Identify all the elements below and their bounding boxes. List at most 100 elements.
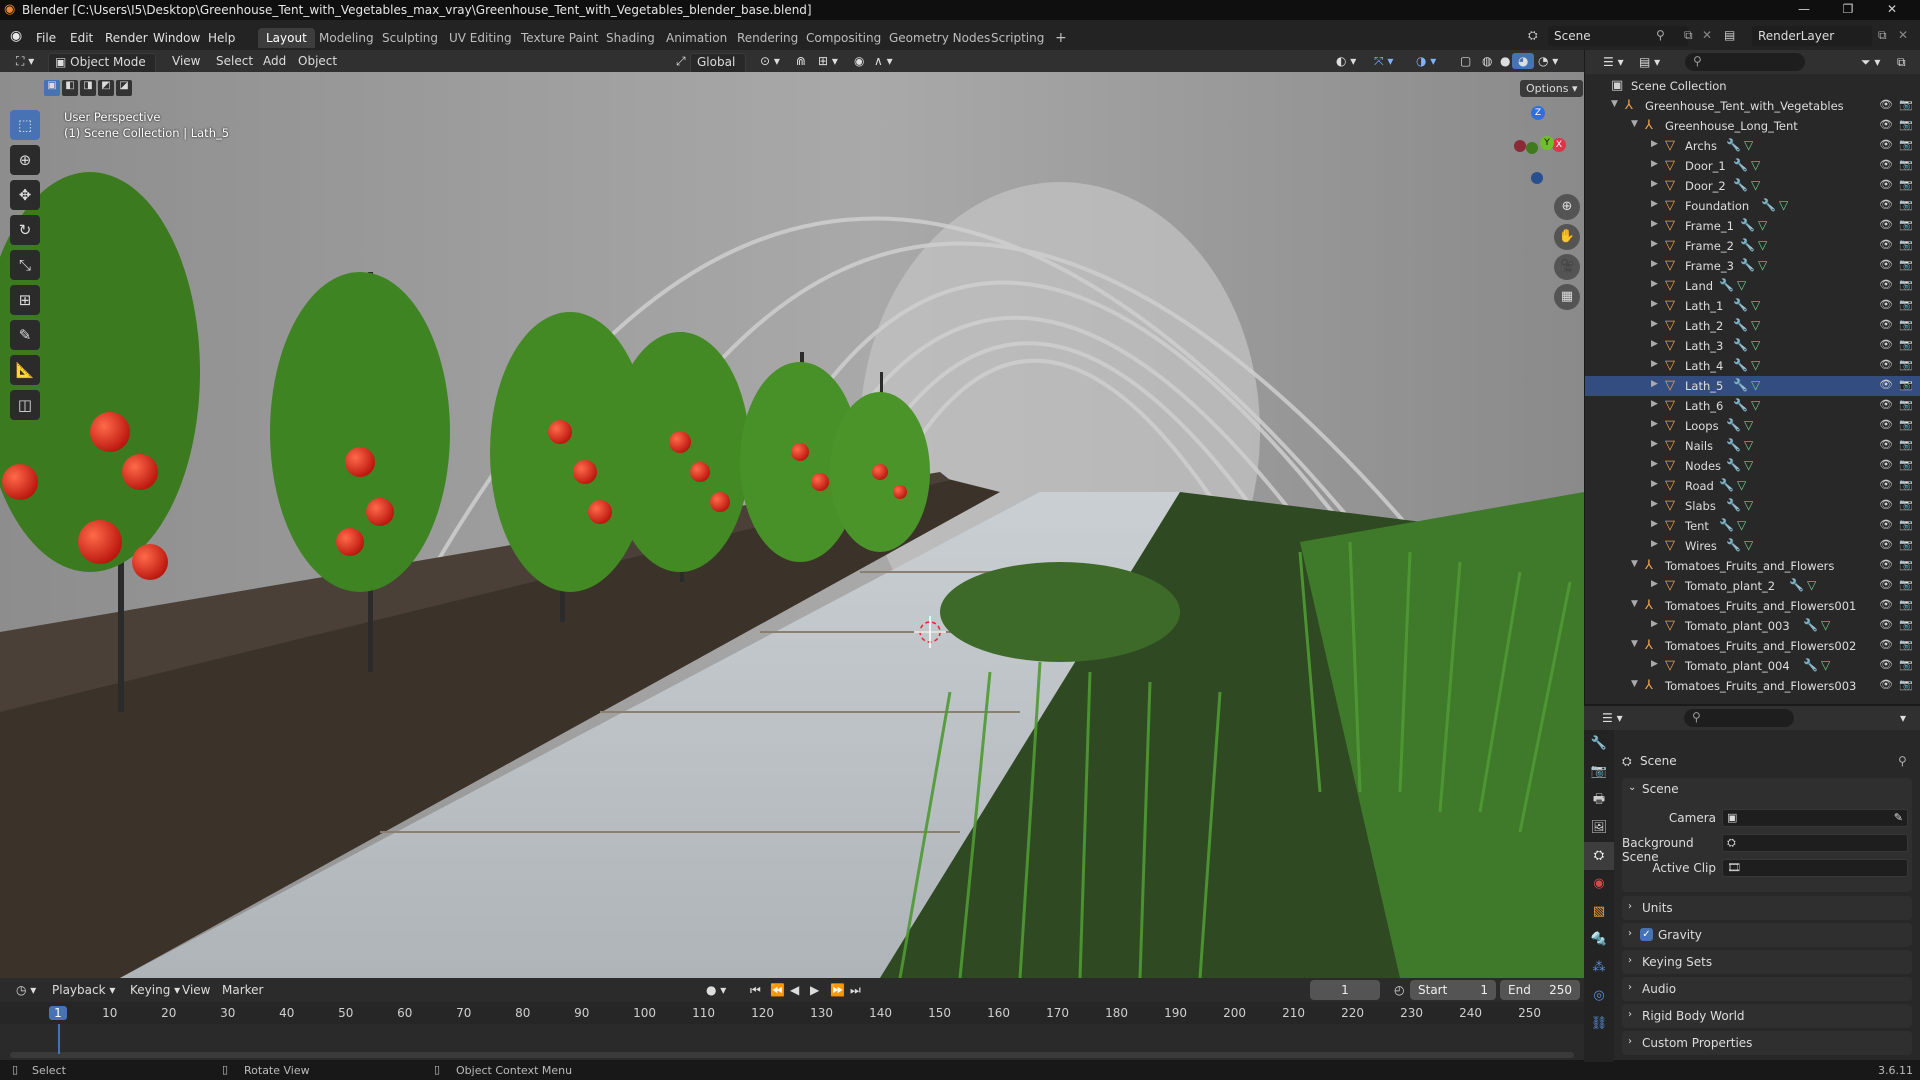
restore-icon[interactable]: ❐ — [1828, 2, 1868, 18]
modifier-icon[interactable]: 🔧 — [1733, 318, 1748, 332]
outliner-row[interactable]: ▼ ⅄ Tomatoes_Fruits_and_Flowers 👁 📷 — [1585, 556, 1920, 576]
filter-icon[interactable]: ⏷ ▾ — [1855, 54, 1886, 71]
panel-chevron-icon[interactable]: › — [1628, 1036, 1632, 1047]
visibility-eye-icon[interactable]: 👁 — [1879, 158, 1893, 171]
expand-triangle-icon[interactable]: ▶ — [1651, 299, 1658, 309]
close-icon[interactable]: ✕ — [1872, 2, 1912, 18]
expand-triangle-icon[interactable]: ▶ — [1651, 199, 1658, 209]
visibility-eye-icon[interactable]: 👁 — [1879, 338, 1893, 351]
visibility-eye-icon[interactable]: 👁 — [1879, 418, 1893, 431]
modifier-icon[interactable]: 🔧 — [1740, 238, 1755, 252]
render-camera-icon[interactable]: 📷 — [1899, 238, 1913, 251]
tab-animation[interactable]: Animation — [658, 28, 735, 48]
world-tab-icon[interactable]: ◉ — [1584, 870, 1614, 898]
render-camera-icon[interactable]: 📷 — [1899, 118, 1913, 131]
mesh-data-icon[interactable]: ▽ — [1751, 298, 1760, 312]
collapse-triangle-icon[interactable]: ▼ — [1631, 599, 1638, 609]
modifier-icon[interactable]: 🔧 — [1726, 138, 1741, 152]
expand-triangle-icon[interactable]: ▶ — [1651, 579, 1658, 589]
visibility-eye-icon[interactable]: 👁 — [1879, 318, 1893, 331]
scene-tab-icon[interactable]: ⛭ — [1584, 842, 1614, 870]
tab-uv-editing[interactable]: UV Editing — [441, 28, 520, 48]
current-frame-field[interactable]: 1 — [1310, 980, 1380, 1000]
visibility-eye-icon[interactable]: 👁 — [1879, 198, 1893, 211]
properties-options-icon[interactable]: ▾ — [1894, 710, 1912, 726]
menu-render[interactable]: Render — [99, 29, 154, 47]
modifier-icon[interactable]: 🔧 — [1740, 218, 1755, 232]
outliner-row[interactable]: ▶ ▽ Lath_6 🔧 ▽ 👁 📷 — [1585, 396, 1920, 416]
render-camera-icon[interactable]: 📷 — [1899, 358, 1913, 371]
render-camera-icon[interactable]: 📷 — [1899, 638, 1913, 651]
visibility-eye-icon[interactable]: 👁 — [1879, 378, 1893, 391]
render-camera-icon[interactable]: 📷 — [1899, 678, 1913, 691]
render-camera-icon[interactable]: 📷 — [1899, 498, 1913, 511]
minimize-icon[interactable]: — — [1784, 2, 1824, 18]
end-frame-field[interactable]: End 250 — [1500, 980, 1580, 1000]
timeline-menu-view[interactable]: View — [176, 982, 216, 998]
properties-panel-header[interactable]: › Keying Sets — [1622, 950, 1912, 974]
tab-compositing[interactable]: Compositing — [798, 28, 889, 48]
menu-file[interactable]: File — [30, 29, 62, 47]
jump-end-icon[interactable]: ⏭ — [844, 982, 867, 999]
navigation-gizmo[interactable]: Z X Y — [1496, 106, 1576, 186]
modifier-icon[interactable]: 🔧 — [1726, 418, 1741, 432]
render-camera-icon[interactable]: 📷 — [1899, 558, 1913, 571]
visibility-eye-icon[interactable]: 👁 — [1879, 218, 1893, 231]
annotate-tool-icon[interactable]: ✎ — [10, 320, 40, 350]
active-clip-field[interactable]: 🎞 — [1722, 859, 1908, 877]
outliner-row[interactable]: ▶ ▽ Road 🔧 ▽ 👁 📷 — [1585, 476, 1920, 496]
render-camera-icon[interactable]: 📷 — [1899, 178, 1913, 191]
collapse-triangle-icon[interactable]: ▼ — [1611, 99, 1618, 109]
expand-triangle-icon[interactable]: ▶ — [1651, 239, 1658, 249]
visibility-eye-icon[interactable]: 👁 — [1879, 298, 1893, 311]
mesh-data-icon[interactable]: ▽ — [1751, 318, 1760, 332]
expand-triangle-icon[interactable]: ▶ — [1651, 659, 1658, 669]
outliner-row[interactable]: ▼ ⅄ Tomatoes_Fruits_and_Flowers001 👁 📷 — [1585, 596, 1920, 616]
particles-tab-icon[interactable]: ⁂ — [1584, 954, 1614, 982]
rendered-shading-icon[interactable]: ◔ ▾ — [1532, 53, 1564, 69]
visibility-eye-icon[interactable]: 👁 — [1879, 238, 1893, 251]
mesh-data-icon[interactable]: ▽ — [1737, 278, 1746, 292]
collapse-triangle-icon[interactable]: ▼ — [1631, 559, 1638, 569]
add-cube-tool-icon[interactable]: ◫ — [10, 390, 40, 420]
render-layer-selector[interactable]: RenderLayer — [1752, 26, 1872, 46]
add-workspace-button[interactable]: + — [1047, 28, 1075, 48]
pin-icon[interactable]: ⚲ — [1656, 28, 1665, 42]
outliner-row[interactable]: ▶ ▽ Loops 🔧 ▽ 👁 📷 — [1585, 416, 1920, 436]
outliner-row[interactable]: ▶ ▽ Frame_3 🔧 ▽ 👁 📷 — [1585, 256, 1920, 276]
render-camera-icon[interactable]: 📷 — [1899, 158, 1913, 171]
modifier-icon[interactable]: 🔧 — [1740, 258, 1755, 272]
mesh-data-icon[interactable]: ▽ — [1779, 198, 1788, 212]
render-camera-icon[interactable]: 📷 — [1899, 438, 1913, 451]
auto-key-icon[interactable]: ● ▾ — [700, 982, 732, 998]
expand-triangle-icon[interactable]: ▶ — [1651, 339, 1658, 349]
gizmo-y-axis[interactable]: Y — [1540, 136, 1554, 150]
orientation-icon[interactable]: ⤢ — [670, 53, 692, 70]
outliner-row[interactable]: ▶ ▽ Tomato_plant_003 🔧 ▽ 👁 📷 — [1585, 616, 1920, 636]
tab-geometry-nodes[interactable]: Geometry Nodes — [881, 28, 998, 48]
delete-layer-icon[interactable]: ✕ — [1898, 28, 1908, 42]
menu-edit[interactable]: Edit — [64, 29, 99, 47]
visibility-eye-icon[interactable]: 👁 — [1879, 478, 1893, 491]
options-button[interactable]: Options ▾ — [1520, 80, 1584, 97]
transform-tool-icon[interactable]: ⊞ — [10, 285, 40, 315]
gizmo-toggle-icon[interactable]: ⤧ ▾ — [1368, 53, 1399, 70]
visibility-eye-icon[interactable]: 👁 — [1879, 638, 1893, 651]
ortho-grid-icon[interactable]: ▦ — [1554, 284, 1580, 310]
modifier-icon[interactable]: 🔧 — [1789, 578, 1804, 592]
mesh-data-icon[interactable]: ▽ — [1758, 258, 1767, 272]
mesh-data-icon[interactable]: ▽ — [1821, 618, 1830, 632]
outliner-row[interactable]: ▶ ▽ Frame_1 🔧 ▽ 👁 📷 — [1585, 216, 1920, 236]
tab-modeling[interactable]: Modeling — [311, 28, 382, 48]
visibility-eye-icon[interactable]: 👁 — [1879, 618, 1893, 631]
overlay-toggle-icon[interactable]: ◑ ▾ — [1410, 53, 1442, 69]
properties-editor-type-icon[interactable]: ☰ ▾ — [1596, 710, 1629, 726]
collapse-triangle-icon[interactable]: ▼ — [1631, 639, 1638, 649]
modifier-icon[interactable]: 🔧 — [1733, 338, 1748, 352]
view-layer-tab-icon[interactable]: 🖼 — [1584, 814, 1614, 842]
render-camera-icon[interactable]: 📷 — [1899, 458, 1913, 471]
select-new-icon[interactable]: ▣ — [44, 80, 60, 96]
expand-triangle-icon[interactable]: ▶ — [1651, 499, 1658, 509]
render-camera-icon[interactable]: 📷 — [1899, 98, 1913, 111]
gravity-checkbox[interactable]: ✓ — [1640, 928, 1653, 941]
